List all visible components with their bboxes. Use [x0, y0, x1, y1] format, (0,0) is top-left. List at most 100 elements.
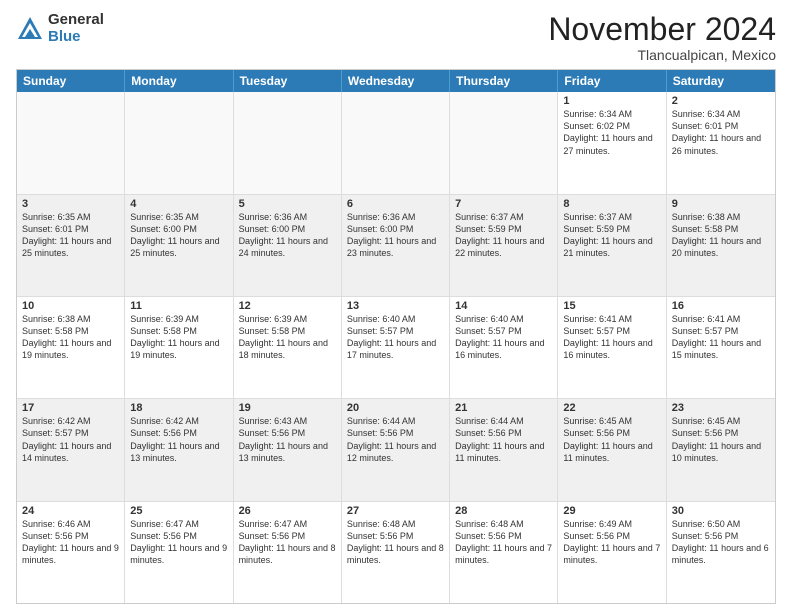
- header-day-friday: Friday: [558, 70, 666, 92]
- cell-content: Sunrise: 6:48 AM Sunset: 5:56 PM Dayligh…: [347, 518, 444, 567]
- cal-cell: 28Sunrise: 6:48 AM Sunset: 5:56 PM Dayli…: [450, 502, 558, 603]
- cell-content: Sunrise: 6:36 AM Sunset: 6:00 PM Dayligh…: [239, 211, 336, 260]
- cal-cell: 22Sunrise: 6:45 AM Sunset: 5:56 PM Dayli…: [558, 399, 666, 500]
- day-number: 29: [563, 505, 660, 517]
- cell-content: Sunrise: 6:39 AM Sunset: 5:58 PM Dayligh…: [239, 313, 336, 362]
- cell-content: Sunrise: 6:46 AM Sunset: 5:56 PM Dayligh…: [22, 518, 119, 567]
- day-number: 22: [563, 402, 660, 414]
- title-block: November 2024 Tlancualpican, Mexico: [548, 12, 776, 63]
- logo-blue: Blue: [48, 29, 104, 46]
- logo-icon: [16, 15, 44, 43]
- cal-cell: 4Sunrise: 6:35 AM Sunset: 6:00 PM Daylig…: [125, 195, 233, 296]
- cell-content: Sunrise: 6:44 AM Sunset: 5:56 PM Dayligh…: [455, 415, 552, 464]
- day-number: 14: [455, 300, 552, 312]
- header-day-thursday: Thursday: [450, 70, 558, 92]
- day-number: 25: [130, 505, 227, 517]
- cal-cell: 27Sunrise: 6:48 AM Sunset: 5:56 PM Dayli…: [342, 502, 450, 603]
- header-day-saturday: Saturday: [667, 70, 775, 92]
- cal-cell: 15Sunrise: 6:41 AM Sunset: 5:57 PM Dayli…: [558, 297, 666, 398]
- day-number: 11: [130, 300, 227, 312]
- cal-cell: 29Sunrise: 6:49 AM Sunset: 5:56 PM Dayli…: [558, 502, 666, 603]
- day-number: 20: [347, 402, 444, 414]
- logo: General Blue: [16, 12, 104, 45]
- cell-content: Sunrise: 6:43 AM Sunset: 5:56 PM Dayligh…: [239, 415, 336, 464]
- week-row-3: 10Sunrise: 6:38 AM Sunset: 5:58 PM Dayli…: [17, 297, 775, 399]
- cell-content: Sunrise: 6:34 AM Sunset: 6:02 PM Dayligh…: [563, 108, 660, 157]
- cell-content: Sunrise: 6:38 AM Sunset: 5:58 PM Dayligh…: [22, 313, 119, 362]
- cal-cell: 20Sunrise: 6:44 AM Sunset: 5:56 PM Dayli…: [342, 399, 450, 500]
- cal-cell: [234, 92, 342, 193]
- day-number: 30: [672, 505, 770, 517]
- day-number: 8: [563, 198, 660, 210]
- cell-content: Sunrise: 6:35 AM Sunset: 6:00 PM Dayligh…: [130, 211, 227, 260]
- calendar-header: SundayMondayTuesdayWednesdayThursdayFrid…: [17, 70, 775, 92]
- cell-content: Sunrise: 6:40 AM Sunset: 5:57 PM Dayligh…: [347, 313, 444, 362]
- calendar-body: 1Sunrise: 6:34 AM Sunset: 6:02 PM Daylig…: [17, 92, 775, 603]
- cell-content: Sunrise: 6:45 AM Sunset: 5:56 PM Dayligh…: [672, 415, 770, 464]
- day-number: 28: [455, 505, 552, 517]
- cal-cell: 30Sunrise: 6:50 AM Sunset: 5:56 PM Dayli…: [667, 502, 775, 603]
- cell-content: Sunrise: 6:44 AM Sunset: 5:56 PM Dayligh…: [347, 415, 444, 464]
- cal-cell: 1Sunrise: 6:34 AM Sunset: 6:02 PM Daylig…: [558, 92, 666, 193]
- cell-content: Sunrise: 6:35 AM Sunset: 6:01 PM Dayligh…: [22, 211, 119, 260]
- cell-content: Sunrise: 6:40 AM Sunset: 5:57 PM Dayligh…: [455, 313, 552, 362]
- header-day-tuesday: Tuesday: [234, 70, 342, 92]
- cell-content: Sunrise: 6:34 AM Sunset: 6:01 PM Dayligh…: [672, 108, 770, 157]
- cal-cell: 17Sunrise: 6:42 AM Sunset: 5:57 PM Dayli…: [17, 399, 125, 500]
- logo-general: General: [48, 12, 104, 29]
- cal-cell: 23Sunrise: 6:45 AM Sunset: 5:56 PM Dayli…: [667, 399, 775, 500]
- cell-content: Sunrise: 6:50 AM Sunset: 5:56 PM Dayligh…: [672, 518, 770, 567]
- cal-cell: 3Sunrise: 6:35 AM Sunset: 6:01 PM Daylig…: [17, 195, 125, 296]
- week-row-1: 1Sunrise: 6:34 AM Sunset: 6:02 PM Daylig…: [17, 92, 775, 194]
- cell-content: Sunrise: 6:48 AM Sunset: 5:56 PM Dayligh…: [455, 518, 552, 567]
- day-number: 9: [672, 198, 770, 210]
- day-number: 27: [347, 505, 444, 517]
- logo-text: General Blue: [48, 12, 104, 45]
- day-number: 2: [672, 95, 770, 107]
- day-number: 23: [672, 402, 770, 414]
- week-row-5: 24Sunrise: 6:46 AM Sunset: 5:56 PM Dayli…: [17, 502, 775, 603]
- cal-cell: 7Sunrise: 6:37 AM Sunset: 5:59 PM Daylig…: [450, 195, 558, 296]
- cal-cell: 12Sunrise: 6:39 AM Sunset: 5:58 PM Dayli…: [234, 297, 342, 398]
- cell-content: Sunrise: 6:47 AM Sunset: 5:56 PM Dayligh…: [239, 518, 336, 567]
- cal-cell: 19Sunrise: 6:43 AM Sunset: 5:56 PM Dayli…: [234, 399, 342, 500]
- day-number: 16: [672, 300, 770, 312]
- day-number: 7: [455, 198, 552, 210]
- header-day-wednesday: Wednesday: [342, 70, 450, 92]
- week-row-4: 17Sunrise: 6:42 AM Sunset: 5:57 PM Dayli…: [17, 399, 775, 501]
- week-row-2: 3Sunrise: 6:35 AM Sunset: 6:01 PM Daylig…: [17, 195, 775, 297]
- day-number: 10: [22, 300, 119, 312]
- cell-content: Sunrise: 6:37 AM Sunset: 5:59 PM Dayligh…: [563, 211, 660, 260]
- day-number: 24: [22, 505, 119, 517]
- cell-content: Sunrise: 6:49 AM Sunset: 5:56 PM Dayligh…: [563, 518, 660, 567]
- cell-content: Sunrise: 6:37 AM Sunset: 5:59 PM Dayligh…: [455, 211, 552, 260]
- calendar: SundayMondayTuesdayWednesdayThursdayFrid…: [16, 69, 776, 604]
- cal-cell: 9Sunrise: 6:38 AM Sunset: 5:58 PM Daylig…: [667, 195, 775, 296]
- cal-cell: 24Sunrise: 6:46 AM Sunset: 5:56 PM Dayli…: [17, 502, 125, 603]
- cal-cell: 10Sunrise: 6:38 AM Sunset: 5:58 PM Dayli…: [17, 297, 125, 398]
- day-number: 6: [347, 198, 444, 210]
- cal-cell: 5Sunrise: 6:36 AM Sunset: 6:00 PM Daylig…: [234, 195, 342, 296]
- cal-cell: [342, 92, 450, 193]
- cell-content: Sunrise: 6:39 AM Sunset: 5:58 PM Dayligh…: [130, 313, 227, 362]
- cell-content: Sunrise: 6:45 AM Sunset: 5:56 PM Dayligh…: [563, 415, 660, 464]
- cell-content: Sunrise: 6:42 AM Sunset: 5:57 PM Dayligh…: [22, 415, 119, 464]
- month-title: November 2024: [548, 12, 776, 47]
- day-number: 3: [22, 198, 119, 210]
- header-day-monday: Monday: [125, 70, 233, 92]
- page: General Blue November 2024 Tlancualpican…: [0, 0, 792, 612]
- day-number: 4: [130, 198, 227, 210]
- day-number: 18: [130, 402, 227, 414]
- day-number: 13: [347, 300, 444, 312]
- cal-cell: 26Sunrise: 6:47 AM Sunset: 5:56 PM Dayli…: [234, 502, 342, 603]
- cell-content: Sunrise: 6:47 AM Sunset: 5:56 PM Dayligh…: [130, 518, 227, 567]
- cal-cell: 14Sunrise: 6:40 AM Sunset: 5:57 PM Dayli…: [450, 297, 558, 398]
- cal-cell: [125, 92, 233, 193]
- cell-content: Sunrise: 6:41 AM Sunset: 5:57 PM Dayligh…: [563, 313, 660, 362]
- day-number: 21: [455, 402, 552, 414]
- day-number: 5: [239, 198, 336, 210]
- cal-cell: 18Sunrise: 6:42 AM Sunset: 5:56 PM Dayli…: [125, 399, 233, 500]
- cal-cell: 8Sunrise: 6:37 AM Sunset: 5:59 PM Daylig…: [558, 195, 666, 296]
- header-day-sunday: Sunday: [17, 70, 125, 92]
- cal-cell: [17, 92, 125, 193]
